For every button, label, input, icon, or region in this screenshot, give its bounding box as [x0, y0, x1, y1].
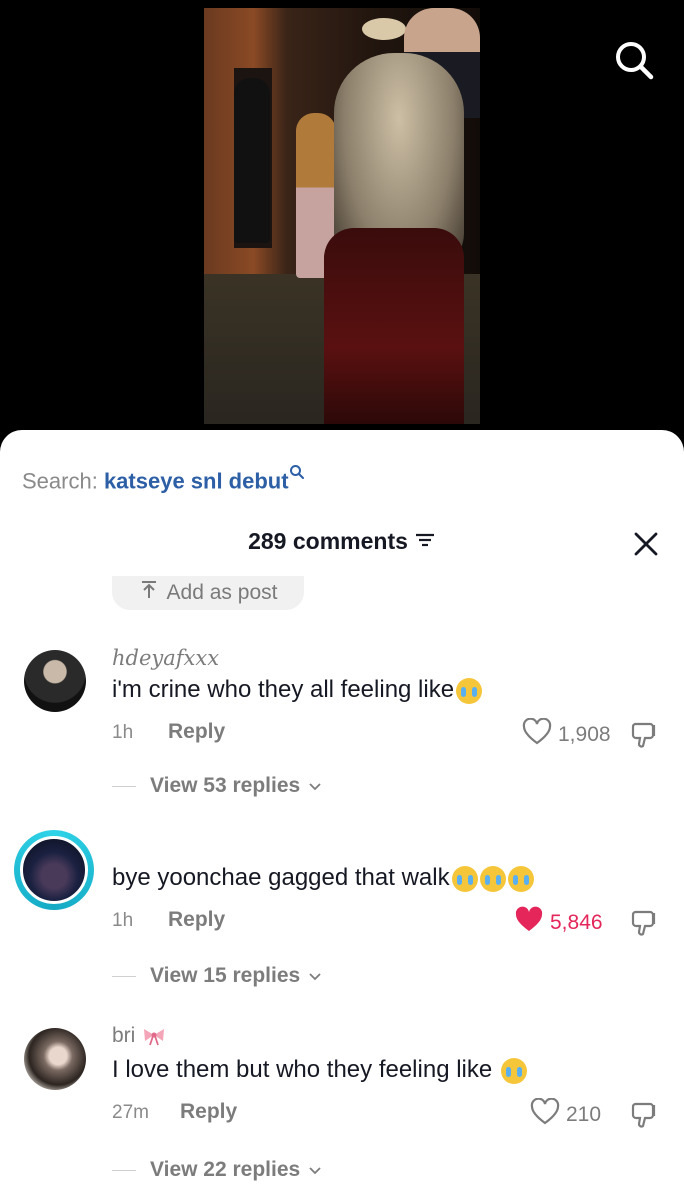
- dislike-icon[interactable]: [630, 1100, 660, 1130]
- video-frame[interactable]: [204, 8, 480, 424]
- add-post-label: Add as post: [166, 581, 278, 604]
- comment-text: bye yoonchae gagged that walk: [112, 864, 534, 892]
- loudly-crying-face-icon: [456, 677, 483, 704]
- comment-username[interactable]: bri: [112, 1024, 167, 1048]
- loudly-crying-face-icon: [507, 865, 534, 892]
- add-as-post-button[interactable]: Add as post: [112, 576, 304, 610]
- add-post-icon: [139, 580, 159, 606]
- search-icon: [289, 460, 305, 486]
- comment-time: 27m: [112, 1102, 149, 1123]
- like-button[interactable]: 1,908: [522, 717, 611, 752]
- replies-divider: [112, 1170, 136, 1171]
- ribbon-bow-icon: [141, 1026, 167, 1046]
- reply-button[interactable]: Reply: [168, 720, 225, 744]
- loudly-crying-face-icon: [500, 1057, 527, 1084]
- filter-icon[interactable]: [414, 529, 436, 556]
- avatar-image: [20, 836, 88, 904]
- loudly-crying-face-icon: [479, 865, 506, 892]
- comments-sheet: Search: katseye snl debut 289 comments A…: [0, 430, 684, 1200]
- avatar[interactable]: [14, 830, 94, 910]
- view-replies-button[interactable]: View 22 replies: [150, 1158, 322, 1182]
- view-replies-button[interactable]: View 15 replies: [150, 964, 322, 988]
- video-person: [234, 78, 270, 243]
- comment-time: 1h: [112, 910, 134, 931]
- close-icon[interactable]: [632, 530, 660, 558]
- heart-icon: [530, 1097, 560, 1132]
- reply-button[interactable]: Reply: [168, 908, 225, 932]
- video-player[interactable]: [0, 0, 684, 440]
- comment-username[interactable]: hdeyafxxx: [112, 646, 219, 670]
- like-count: 210: [566, 1103, 602, 1126]
- chevron-down-icon: [308, 1158, 322, 1182]
- dislike-icon[interactable]: [630, 720, 660, 750]
- video-person-dress: [324, 228, 464, 424]
- comment-time: 1h: [112, 722, 134, 743]
- dislike-icon[interactable]: [630, 908, 660, 938]
- search-icon[interactable]: [612, 38, 656, 82]
- search-suggestion[interactable]: Search: katseye snl debut: [22, 460, 305, 494]
- comment-text: i'm crine who they all feeling like: [112, 676, 483, 704]
- search-query[interactable]: katseye snl debut: [104, 468, 289, 493]
- replies-divider: [112, 786, 136, 787]
- comments-header: 289 comments: [0, 528, 684, 556]
- view-replies-button[interactable]: View 53 replies: [150, 774, 322, 798]
- like-count: 1,908: [558, 723, 611, 746]
- chevron-down-icon: [308, 774, 322, 798]
- reply-button[interactable]: Reply: [180, 1100, 237, 1124]
- avatar[interactable]: [24, 650, 86, 712]
- comment-text: I love them but who they feeling like: [112, 1056, 527, 1084]
- comments-count: 289 comments: [248, 528, 408, 554]
- loudly-crying-face-icon: [451, 865, 478, 892]
- heart-filled-icon: [514, 906, 544, 940]
- like-button[interactable]: 5,846: [514, 906, 603, 940]
- replies-divider: [112, 976, 136, 977]
- like-count: 5,846: [550, 911, 603, 934]
- avatar[interactable]: [24, 1028, 86, 1090]
- heart-icon: [522, 717, 552, 752]
- video-lamp: [362, 18, 406, 40]
- chevron-down-icon: [308, 964, 322, 988]
- search-prefix: Search:: [22, 468, 104, 494]
- like-button[interactable]: 210: [530, 1097, 602, 1132]
